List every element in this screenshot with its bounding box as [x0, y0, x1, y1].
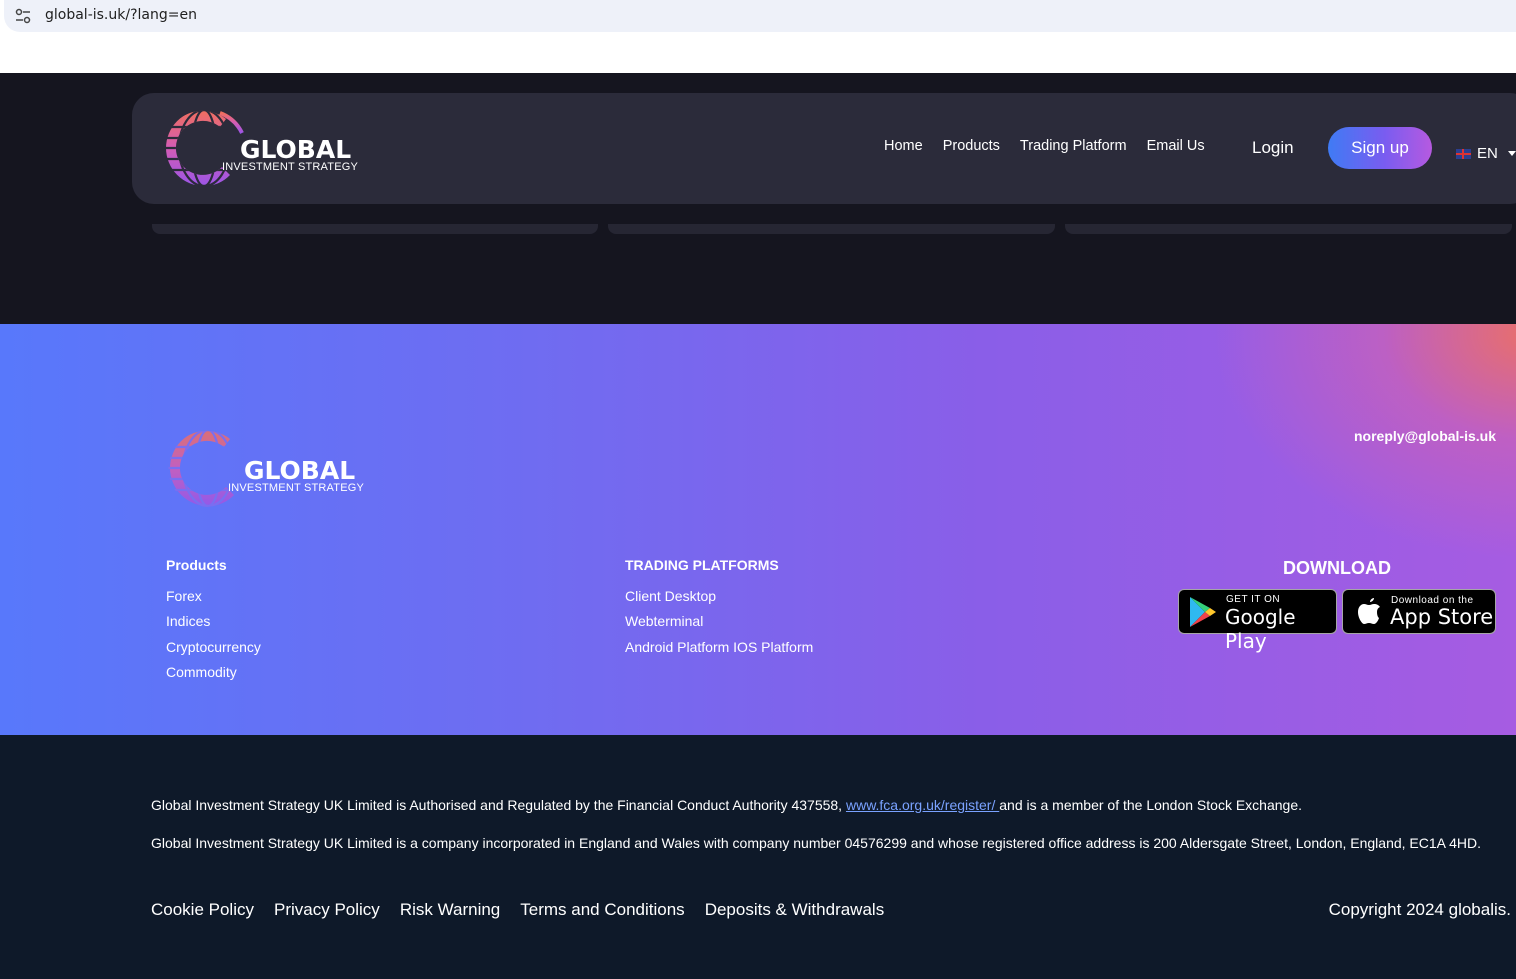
app-store-big-text: App Store	[1390, 605, 1494, 629]
download-heading: DOWNLOAD	[1283, 558, 1391, 578]
footer-link-mobile-platforms[interactable]: Android Platform IOS Platform	[625, 639, 813, 655]
terms-link[interactable]: Terms and Conditions	[520, 900, 684, 920]
login-link[interactable]: Login	[1252, 138, 1294, 158]
site-logo[interactable]: GLOBAL INVESTMENT STRATEGY	[164, 105, 364, 191]
app-store-badge[interactable]: Download on the App Store	[1342, 589, 1496, 634]
site-settings-icon[interactable]	[14, 7, 32, 25]
address-bar[interactable]: global-is.uk/?lang=en	[4, 0, 1516, 32]
card-edge	[1065, 224, 1512, 234]
apple-icon	[1358, 598, 1380, 624]
nav-products[interactable]: Products	[943, 138, 1000, 154]
globe-logo-icon	[168, 430, 234, 507]
nav-trading-platform[interactable]: Trading Platform	[1020, 138, 1127, 154]
footer-link-client-desktop[interactable]: Client Desktop	[625, 588, 716, 604]
card-edge	[608, 224, 1055, 234]
regulation-text-end: and is a member of the London Stock Exch…	[999, 797, 1302, 813]
legal-links: Cookie Policy Privacy Policy Risk Warnin…	[151, 900, 884, 920]
nav-home[interactable]: Home	[884, 138, 923, 154]
regulation-notice: Global Investment Strategy UK Limited is…	[151, 794, 1491, 817]
fca-register-link[interactable]: www.fca.org.uk/register/	[846, 797, 999, 813]
nav-email-us[interactable]: Email Us	[1147, 138, 1205, 154]
footer-link-indices[interactable]: Indices	[166, 613, 210, 629]
card-edge	[152, 224, 598, 234]
globe-logo-icon	[164, 110, 244, 187]
brand-tagline: INVESTMENT STRATEGY	[228, 482, 365, 494]
brand-name: GLOBAL	[240, 135, 352, 164]
signup-button[interactable]: Sign up	[1328, 127, 1432, 169]
language-selector[interactable]: EN	[1456, 145, 1516, 162]
footer-link-commodity[interactable]: Commodity	[166, 664, 237, 680]
company-registration-notice: Global Investment Strategy UK Limited is…	[151, 835, 1481, 851]
copyright-text: Copyright 2024 globalis.	[1328, 900, 1511, 919]
deposits-withdrawals-link[interactable]: Deposits & Withdrawals	[705, 900, 885, 920]
trading-platforms-heading: TRADING PLATFORMS	[625, 557, 779, 573]
regulation-text: Global Investment Strategy UK Limited is…	[151, 797, 846, 813]
brand-tagline: INVESTMENT STRATEGY	[222, 161, 359, 173]
google-play-badge[interactable]: GET IT ON Google Play	[1178, 589, 1337, 653]
products-heading: Products	[166, 557, 227, 573]
footer-logo[interactable]: GLOBAL INVESTMENT STRATEGY	[168, 425, 368, 511]
brand-name: GLOBAL	[244, 456, 356, 485]
footer-link-forex[interactable]: Forex	[166, 588, 202, 604]
footer-link-webterminal[interactable]: Webterminal	[625, 613, 703, 629]
browser-url-bar: global-is.uk/?lang=en	[0, 0, 1516, 44]
risk-warning-link[interactable]: Risk Warning	[400, 900, 500, 920]
url-text[interactable]: global-is.uk/?lang=en	[45, 7, 197, 23]
google-play-small-text: GET IT ON	[1226, 594, 1281, 605]
page-top-strip	[0, 44, 1516, 73]
language-label: EN	[1477, 145, 1498, 162]
chevron-down-icon	[1507, 151, 1516, 156]
hero-section: GLOBAL INVESTMENT STRATEGY Home Products…	[0, 73, 1516, 324]
navbar: GLOBAL INVESTMENT STRATEGY Home Products…	[132, 93, 1516, 204]
uk-flag-icon	[1456, 148, 1471, 159]
google-play-big-text: Google Play	[1225, 605, 1296, 653]
contact-email-link[interactable]: noreply@global-is.uk	[1354, 428, 1496, 444]
footer-main: GLOBAL INVESTMENT STRATEGY noreply@globa…	[0, 324, 1516, 735]
footer-link-cryptocurrency[interactable]: Cryptocurrency	[166, 639, 261, 655]
privacy-policy-link[interactable]: Privacy Policy	[274, 900, 380, 920]
google-play-icon	[1190, 597, 1216, 627]
cookie-policy-link[interactable]: Cookie Policy	[151, 900, 254, 920]
legal-footer: Global Investment Strategy UK Limited is…	[0, 735, 1516, 979]
main-nav: Home Products Trading Platform Email Us	[884, 138, 1205, 154]
